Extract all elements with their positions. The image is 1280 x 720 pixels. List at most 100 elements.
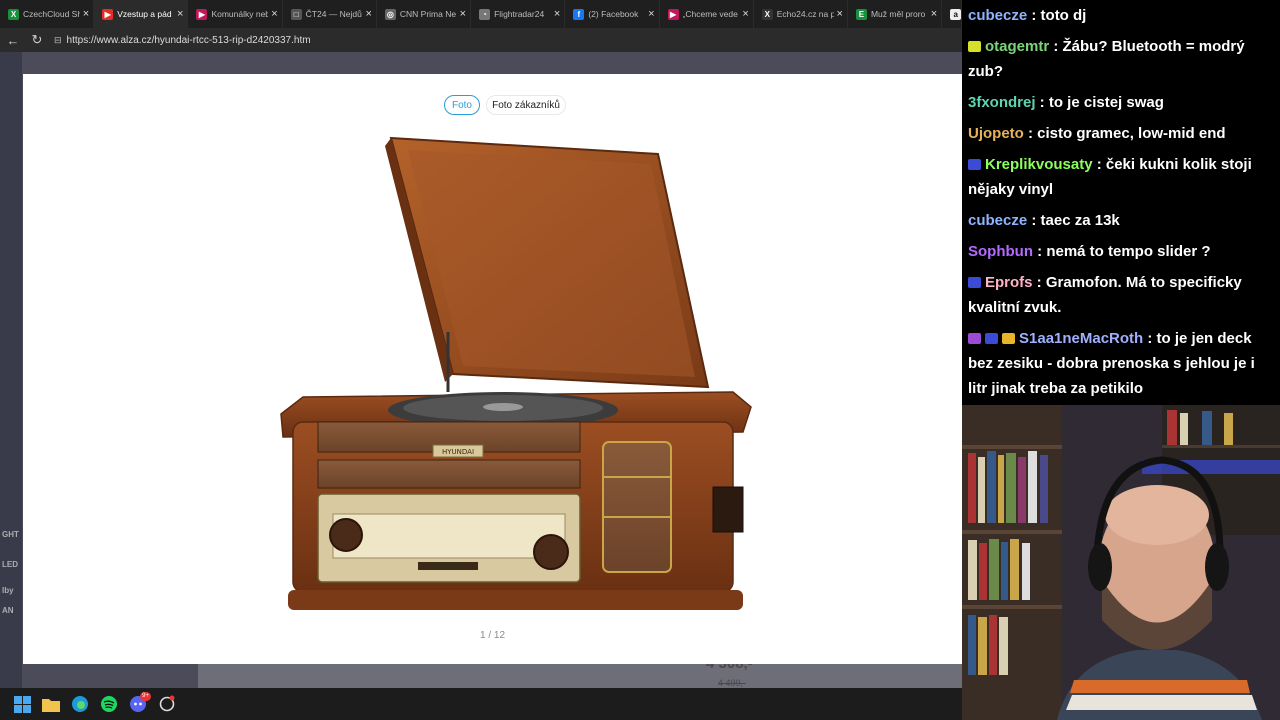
page-bottom-band: [198, 664, 962, 688]
chat-message: cubecze : taec za 13k: [968, 205, 1274, 236]
tab-close-icon[interactable]: ×: [742, 8, 748, 20]
browser-tab[interactable]: ◎ CNN Prima Ne ×: [377, 0, 472, 28]
browser-tab[interactable]: X CzechCloud Sh ×: [0, 0, 95, 28]
chat-username[interactable]: Kreplikvousaty: [985, 156, 1093, 173]
tab-label: Muž měl proro: [870, 9, 926, 19]
tab-favicon-icon: ▶: [667, 8, 679, 20]
browser-toolbar: ← ↻ ⊟ https://www.alza.cz/hyundai-rtcc-5…: [0, 28, 962, 52]
chat-badge-icon: [1002, 333, 1015, 344]
browser-tab[interactable]: ▶Komunálky nebo×: [188, 0, 283, 28]
chat-badge-icon: [968, 277, 981, 288]
reload-icon[interactable]: ↻: [26, 29, 48, 51]
browser-tab[interactable]: f (2) Facebook ×: [565, 0, 660, 28]
tab-close-icon[interactable]: ×: [177, 8, 183, 20]
chat-username[interactable]: Sophbun: [968, 243, 1033, 260]
browser-tab[interactable]: □ ČT24 — Nejdů ×: [283, 0, 377, 28]
tab-favicon-icon: X: [761, 8, 773, 20]
tab-favicon-icon: ◎: [384, 8, 396, 20]
chat-panel: cubecze : toto dj otagemtr : Žábu? Blueto…: [962, 0, 1280, 405]
side-label: LED: [2, 560, 18, 569]
chat-text: : to je cistej swag: [1035, 94, 1164, 111]
chat-badge-icon: [968, 41, 981, 52]
tab-favicon-icon: E: [855, 8, 867, 20]
chat-username[interactable]: cubecze: [968, 212, 1027, 229]
chat-message: Eprofs : Gramofon. Má to specificky kval…: [968, 267, 1274, 323]
tab-favicon-icon: X: [8, 8, 19, 20]
tab-favicon-icon: f: [573, 8, 585, 20]
tab-label: ČT24 — Nejdů: [305, 9, 362, 19]
chat-text: : nemá to tempo slider ?: [1032, 243, 1211, 260]
tab-favicon-icon: □: [290, 8, 302, 20]
discord-notification-badge: 9+: [140, 692, 151, 701]
chat-badge-icon: [968, 333, 981, 344]
chat-username[interactable]: Ujopeto: [968, 125, 1024, 142]
tab-close-icon[interactable]: ×: [83, 8, 89, 20]
chat-username[interactable]: Eprofs: [985, 274, 1033, 291]
browser-tab-partial[interactable]: a: [942, 0, 962, 28]
address-url: https://www.alza.cz/hyundai-rtcc-513-rip…: [66, 34, 311, 46]
gallery-counter: 1 / 12: [479, 630, 506, 641]
tab-close-icon[interactable]: ×: [837, 8, 843, 20]
tab-favicon-icon: a: [950, 8, 962, 20]
browser-tab[interactable]: ▶ „Chceme vede ×: [660, 0, 754, 28]
tab-close-icon[interactable]: ×: [931, 8, 937, 20]
tab-favicon-icon: ◔: [479, 8, 491, 20]
chat-text: : toto dj: [1027, 7, 1087, 24]
tab-label: Vzestup a pád: [117, 9, 172, 19]
chat-message: Sophbun : nemá to tempo slider ?: [968, 236, 1274, 267]
taskbar: 9+: [0, 688, 962, 720]
browser-tab[interactable]: X Echo24.cz na p ×: [754, 0, 848, 28]
app-icon[interactable]: [155, 692, 179, 716]
side-label: AN: [2, 606, 14, 615]
side-label: lby: [2, 586, 14, 595]
tab-close-icon[interactable]: ×: [460, 8, 466, 20]
browser-tab[interactable]: ▶ Vzestup a pád ×: [94, 0, 189, 28]
chat-message: cubecze : toto dj: [968, 0, 1274, 31]
tab-label: CNN Prima Ne: [399, 9, 457, 19]
tab-bar: X CzechCloud Sh × ▶ Vzestup a pád × ▶ Komunálky…: [0, 0, 962, 28]
chat-username[interactable]: 3fxondrej: [968, 94, 1036, 111]
spotify-icon[interactable]: [97, 692, 121, 716]
tab-photo[interactable]: Foto: [444, 95, 480, 115]
product-old-price: 4 499,-: [718, 678, 747, 688]
tab-label: Komunálky nebo: [211, 9, 268, 19]
tab-close-icon[interactable]: ×: [648, 8, 654, 20]
browser-tab[interactable]: E Muž měl proro ×: [848, 0, 943, 28]
chat-text: : taec za 13k: [1027, 212, 1120, 229]
browser-tab[interactable]: ◔ Flightradar24 ×: [471, 0, 566, 28]
chat-message: otagemtr : Žábu? Bluetooth = modrý zub?: [968, 31, 1274, 87]
chat-badge-icon: [968, 159, 981, 170]
tab-favicon-icon: ▶: [196, 8, 208, 20]
tab-label: (2) Facebook: [588, 9, 639, 19]
tab-label: „Chceme vede: [682, 9, 738, 19]
chat-message: Kreplikvousaty : čeki kukni kolik stoji …: [968, 149, 1274, 205]
edge-icon[interactable]: [68, 692, 92, 716]
browser-window: X CzechCloud Sh × ▶ Vzestup a pád × ▶ Komunálky…: [0, 0, 962, 688]
chat-message: Ujopeto : cisto gramec, low-mid end: [968, 118, 1274, 149]
tab-favicon-icon: ▶: [102, 8, 114, 20]
chat-message: S1aa1neMacRoth : to je jen deck bez zesi…: [968, 323, 1274, 404]
tab-label: Echo24.cz na p: [776, 9, 834, 19]
chat-username[interactable]: otagemtr: [985, 38, 1049, 55]
chat-message: 3fxondrej : to je cistej swag: [968, 87, 1274, 118]
side-label: GHT: [2, 530, 19, 539]
tab-label: CzechCloud Sh: [23, 9, 80, 19]
discord-icon[interactable]: 9+: [126, 692, 151, 716]
chat-text: : cisto gramec, low-mid end: [1023, 125, 1226, 142]
product-brand-label: HYUNDAI: [442, 448, 474, 456]
chat-username[interactable]: cubecze: [968, 7, 1027, 24]
site-info-icon[interactable]: ⊟: [54, 35, 62, 46]
chat-badge-icon: [985, 333, 998, 344]
back-icon[interactable]: ←: [2, 29, 24, 51]
windows-start-icon[interactable]: [10, 692, 34, 716]
address-bar[interactable]: ⊟ https://www.alza.cz/hyundai-rtcc-513-r…: [54, 30, 954, 50]
tab-close-icon[interactable]: ×: [271, 8, 277, 20]
tab-customer-photo[interactable]: Foto zákazníků: [486, 95, 566, 115]
tab-close-icon[interactable]: ×: [365, 8, 371, 20]
file-explorer-icon[interactable]: [39, 692, 63, 716]
tab-label: Flightradar24: [494, 9, 545, 19]
webcam-feed: [962, 405, 1280, 720]
chat-username[interactable]: S1aa1neMacRoth: [1019, 330, 1143, 347]
tab-close-icon[interactable]: ×: [554, 8, 560, 20]
product-image-turntable[interactable]: HYUNDAI: [273, 132, 763, 622]
